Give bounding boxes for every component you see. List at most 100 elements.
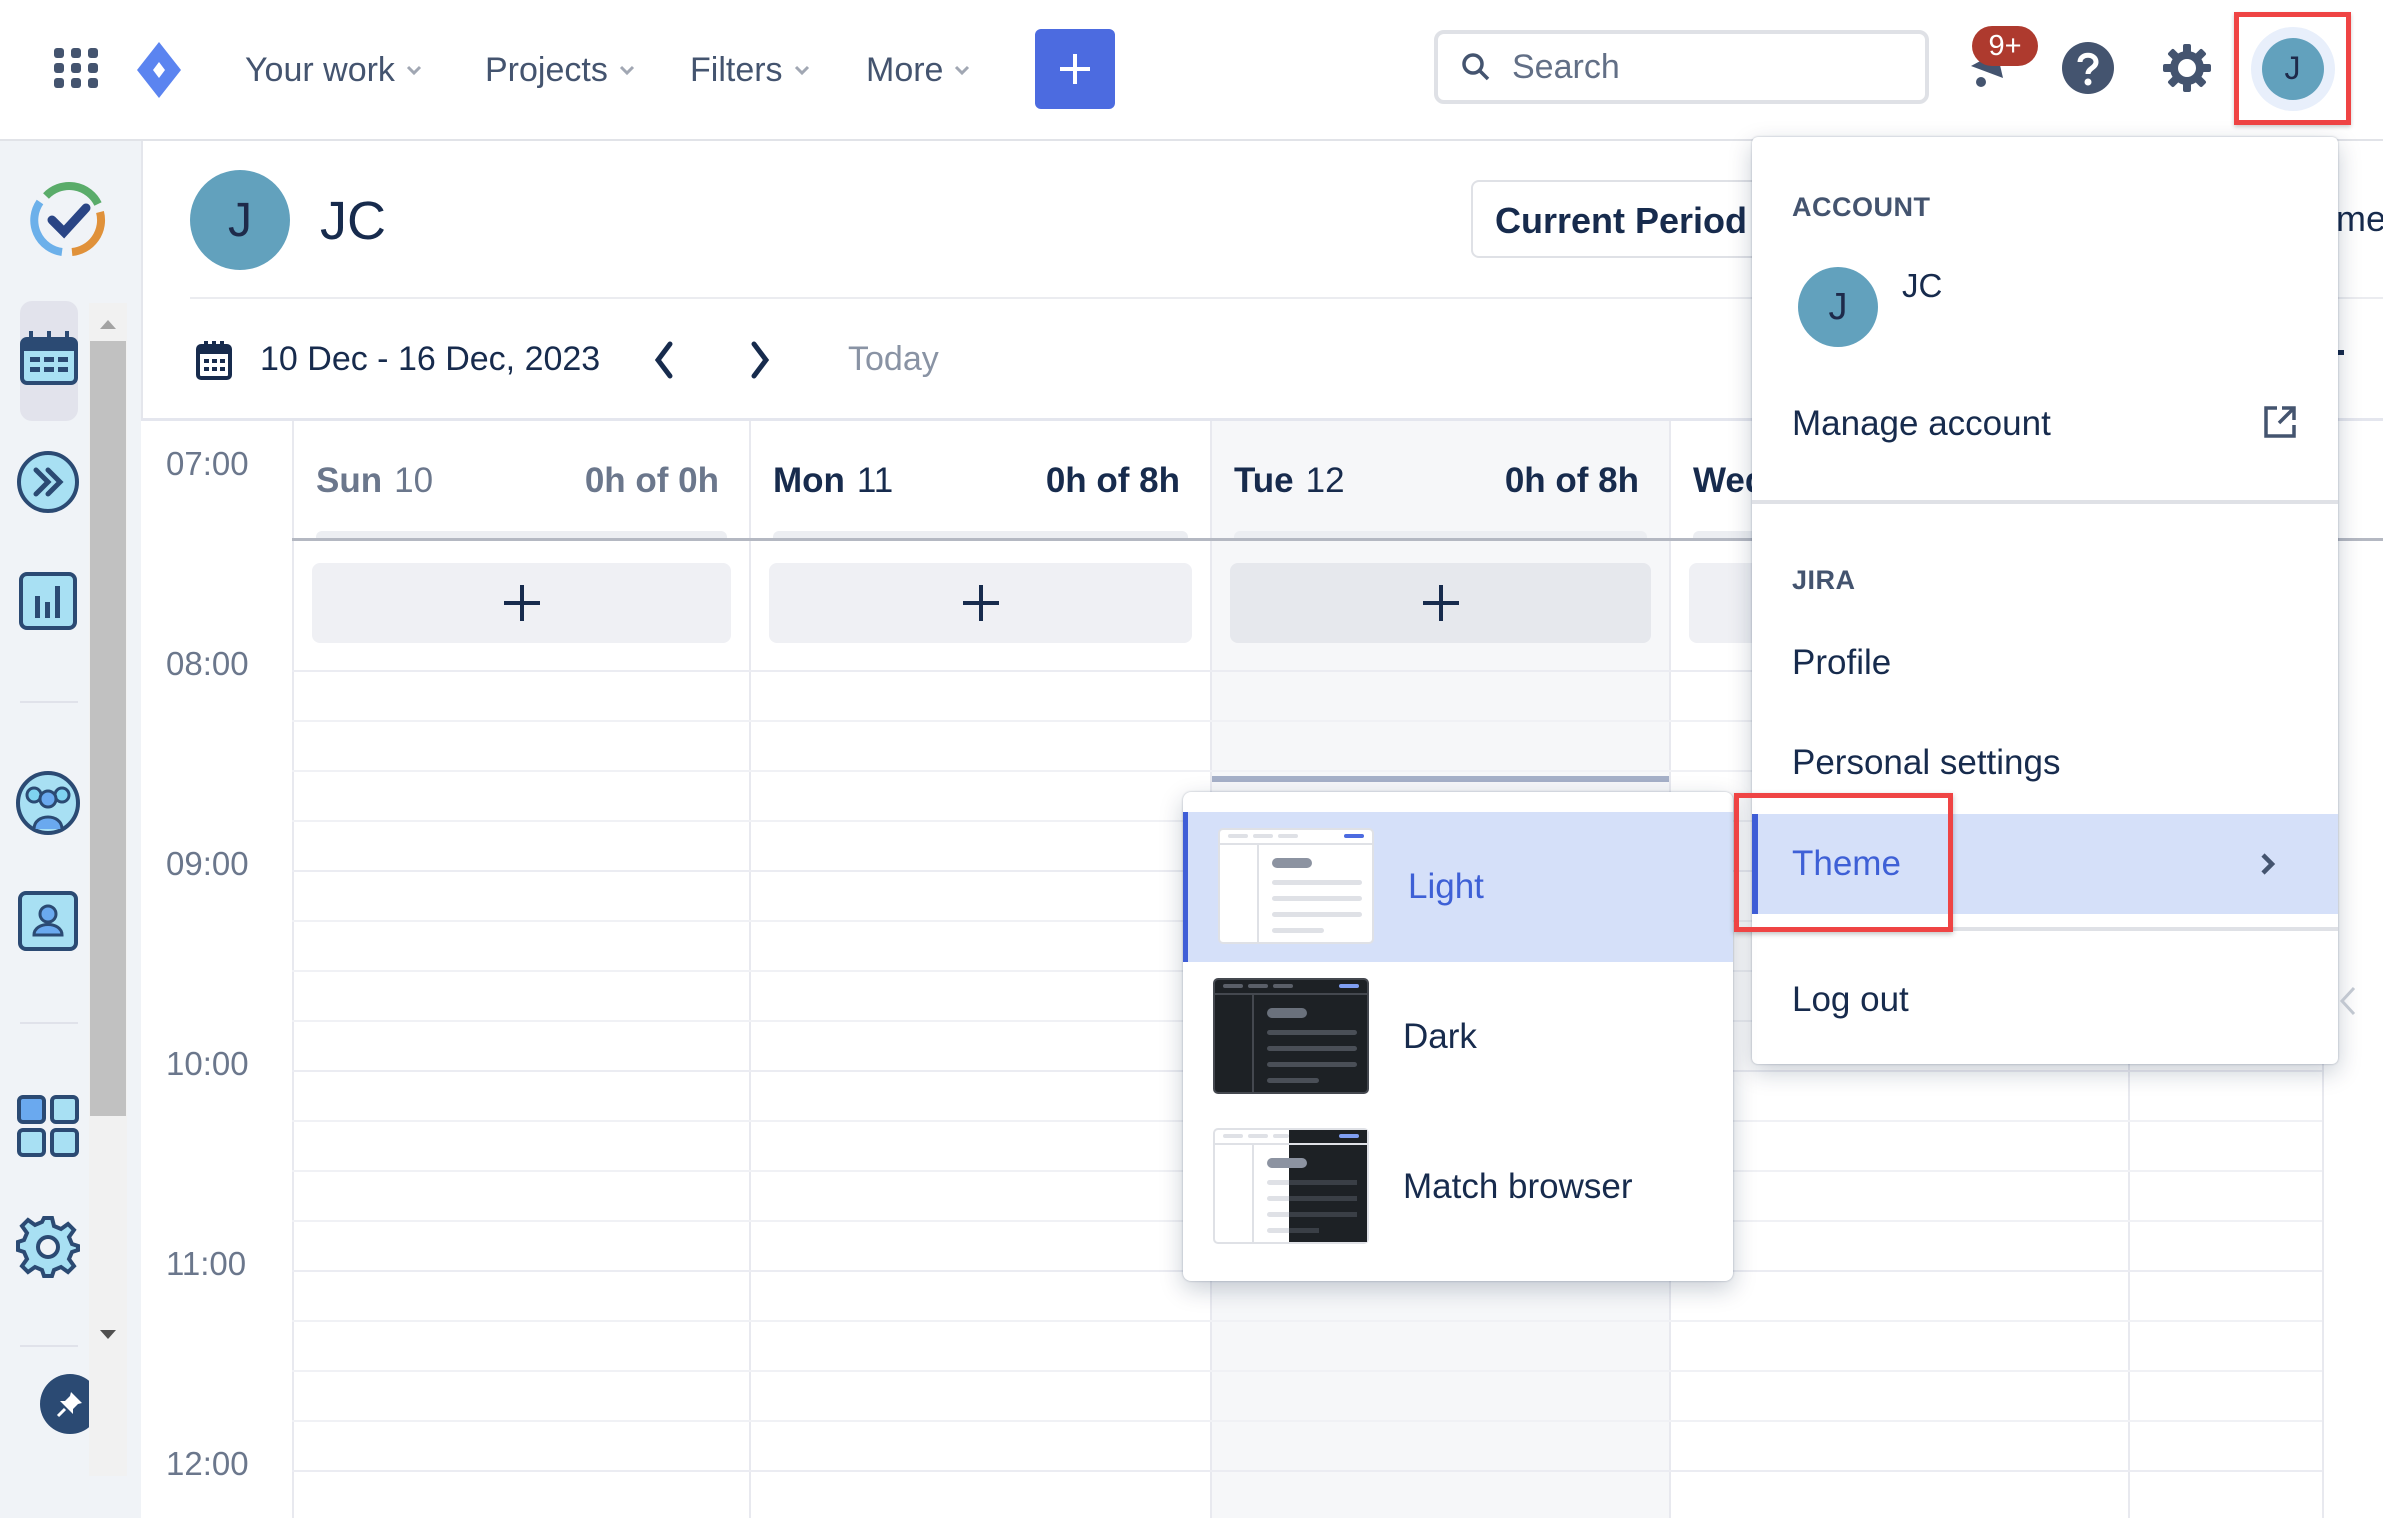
top-navigation-bar: Your work Projects Filters More 9+ — [0, 0, 2383, 141]
user-avatar: J — [190, 170, 290, 270]
collapse-panel-chevron-icon[interactable] — [2338, 985, 2358, 1017]
previous-week-button[interactable] — [650, 340, 678, 380]
calendar-icon — [20, 331, 78, 385]
sidebar-item-calendar[interactable] — [20, 301, 78, 421]
app-switcher-icon[interactable] — [52, 44, 100, 92]
nav-more-label: More — [866, 50, 944, 89]
day-header: Sun 10 0h of 0h — [316, 461, 719, 501]
add-worklog-button[interactable] — [312, 563, 731, 643]
time-label: 10:00 — [166, 1045, 249, 1082]
help-button[interactable] — [2056, 36, 2120, 100]
sidebar-item-settings[interactable] — [16, 1214, 80, 1278]
time-label: 09:00 — [166, 845, 249, 882]
plus-icon — [503, 585, 540, 621]
add-worklog-button[interactable] — [1230, 563, 1651, 643]
nav-projects-label: Projects — [485, 50, 608, 89]
plus-icon — [1060, 54, 1090, 84]
sidebar-divider — [20, 1345, 78, 1347]
help-question-icon — [2062, 42, 2114, 94]
settings-gear-icon — [2163, 44, 2211, 92]
account-menu: ACCOUNT J JC Manage account JIRA Profile… — [1752, 137, 2338, 1064]
menu-divider — [1752, 927, 2338, 931]
menu-item-label: Personal settings — [1792, 743, 2061, 782]
nav-projects[interactable]: Projects — [485, 44, 636, 96]
day-of-week: Sun — [316, 461, 383, 500]
plus-icon — [1422, 585, 1459, 621]
grid-line — [292, 1420, 2322, 1422]
bar-chart-icon — [19, 572, 77, 630]
search-input[interactable] — [1510, 46, 1894, 88]
next-week-button[interactable] — [746, 340, 774, 380]
search-icon — [1462, 53, 1490, 81]
sidebar-item-forward[interactable] — [16, 450, 80, 514]
jira-logo-icon[interactable] — [133, 40, 185, 100]
grid-line — [292, 1320, 2322, 1322]
theme-option-dark[interactable]: Dark — [1183, 962, 1733, 1112]
external-link-icon — [2264, 406, 2296, 438]
app-sidebar — [0, 141, 143, 1518]
avatar: J — [2261, 37, 2324, 100]
page-title: JC — [320, 191, 386, 251]
nav-more[interactable]: More — [866, 44, 971, 96]
menu-item-label: Theme — [1792, 844, 1901, 883]
time-label: 08:00 — [166, 645, 249, 682]
settings-gear-icon — [16, 1216, 80, 1278]
add-worklog-button[interactable] — [769, 563, 1192, 643]
scroll-down-arrow-icon[interactable] — [98, 1329, 118, 1341]
sidebar-item-team[interactable] — [16, 771, 80, 835]
menu-user-name: JC — [1902, 267, 1943, 304]
day-of-week: Mon — [773, 461, 845, 500]
chevron-right-icon — [2261, 853, 2276, 875]
today-button[interactable]: Today — [848, 340, 939, 379]
double-chevron-right-icon — [17, 451, 79, 513]
menu-item-personal-settings[interactable]: Personal settings — [1752, 715, 2338, 811]
day-hours: 0h of 8h — [1045, 461, 1180, 500]
settings-button[interactable] — [2155, 36, 2219, 100]
theme-option-match-browser[interactable]: Match browser — [1183, 1112, 1733, 1262]
app-logo-check-icon — [30, 182, 106, 256]
menu-item-label: Log out — [1792, 980, 1909, 1019]
nav-filters[interactable]: Filters — [690, 44, 811, 96]
partial-header-text: me — [2336, 198, 2383, 239]
sidebar-divider — [20, 701, 78, 703]
menu-section-account: ACCOUNT — [1792, 192, 1931, 222]
search-box[interactable] — [1434, 30, 1929, 104]
scroll-up-arrow-icon[interactable] — [98, 318, 118, 330]
grid-icon — [17, 1095, 79, 1157]
grid-line — [292, 1370, 2322, 1372]
time-label: 11:00 — [166, 1245, 247, 1282]
menu-item-log-out[interactable]: Log out — [1752, 952, 2338, 1048]
create-button[interactable] — [1035, 29, 1115, 109]
menu-user-avatar: J — [1798, 267, 1878, 347]
sidebar-item-reports[interactable] — [16, 569, 80, 633]
menu-divider — [1752, 500, 2338, 504]
nav-your-work[interactable]: Your work — [245, 44, 423, 96]
chevron-down-icon — [406, 65, 421, 76]
sidebar-item-user[interactable] — [16, 889, 80, 953]
avatar-focus-ring: J — [2250, 26, 2335, 111]
theme-option-light[interactable]: Light — [1183, 812, 1733, 962]
theme-option-label: Light — [1408, 867, 1484, 906]
theme-submenu: Light Dark Match browser — [1183, 792, 1733, 1281]
day-header: Tue 12 0h of 8h — [1234, 461, 1639, 501]
sidebar-scrollbar-thumb[interactable] — [90, 341, 126, 1116]
sidebar-item-apps[interactable] — [16, 1094, 80, 1158]
menu-item-profile[interactable]: Profile — [1752, 615, 2338, 711]
menu-item-label: Profile — [1792, 643, 1892, 682]
day-of-week: Tue — [1234, 461, 1294, 500]
time-gutter — [141, 421, 292, 1518]
menu-item-label: Manage account — [1792, 404, 2051, 443]
profile-avatar-button[interactable]: J — [2234, 12, 2351, 125]
chevron-down-icon — [794, 65, 809, 76]
sidebar-item-home[interactable] — [26, 178, 110, 262]
menu-item-manage-account[interactable]: Manage account — [1752, 376, 2338, 472]
current-time-indicator — [1212, 776, 1669, 782]
menu-item-theme[interactable]: Theme — [1752, 814, 2338, 914]
plus-icon — [962, 585, 999, 621]
team-icon — [16, 771, 80, 835]
calendar-icon — [196, 341, 232, 380]
grid-line — [292, 1470, 2322, 1472]
time-label: 12:00 — [166, 1445, 249, 1482]
chevron-down-icon — [619, 65, 634, 76]
nav-your-work-label: Your work — [245, 50, 395, 89]
